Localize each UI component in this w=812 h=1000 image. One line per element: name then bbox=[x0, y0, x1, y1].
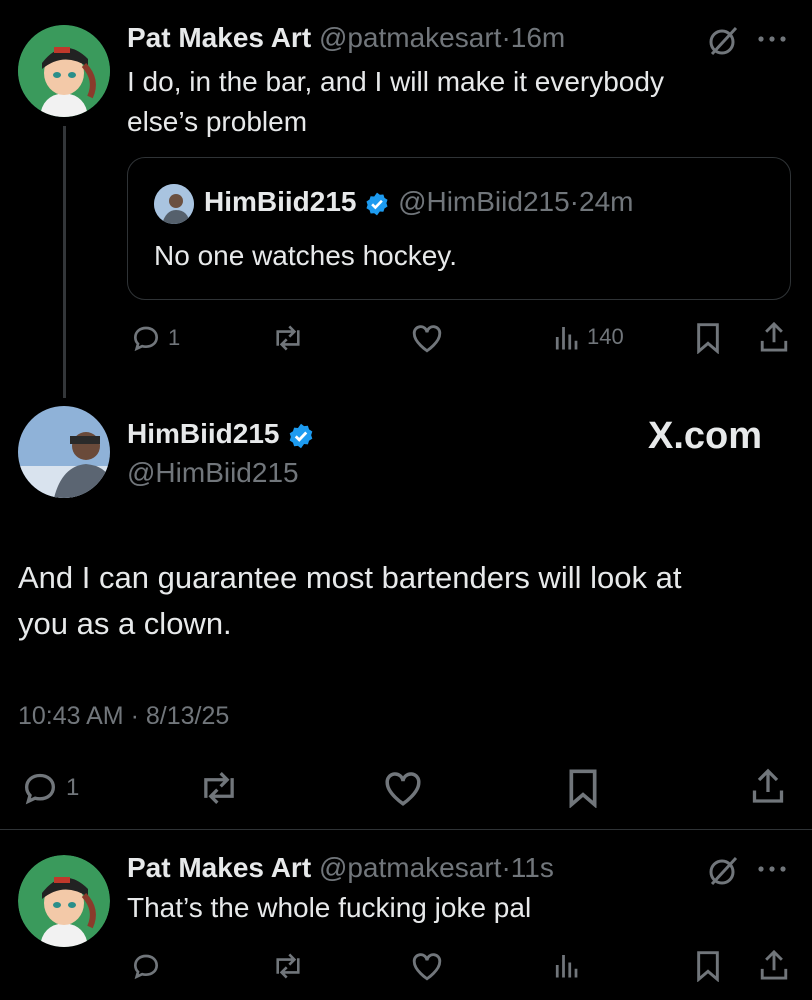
avatar[interactable] bbox=[18, 855, 110, 947]
grok-slash-icon[interactable] bbox=[706, 24, 740, 58]
display-name[interactable]: Pat Makes Art bbox=[127, 852, 311, 883]
handle: @HimBiid215 bbox=[398, 186, 570, 217]
tweet-text: That’s the whole fucking joke pal bbox=[127, 892, 532, 923]
more-icon[interactable] bbox=[757, 34, 787, 44]
like-button[interactable] bbox=[410, 322, 444, 354]
share-icon bbox=[752, 768, 784, 803]
avatar bbox=[154, 184, 194, 224]
tweet-text: And I can guarantee most bartenders will… bbox=[18, 560, 682, 641]
views-icon bbox=[555, 955, 578, 978]
avatar[interactable] bbox=[18, 406, 110, 498]
verified-badge-icon bbox=[366, 192, 388, 215]
heart-icon bbox=[412, 325, 442, 353]
share-icon bbox=[760, 321, 788, 352]
share-button[interactable] bbox=[758, 320, 790, 354]
reply-icon bbox=[133, 954, 159, 980]
reply-count: 1 bbox=[168, 325, 181, 350]
share-button[interactable] bbox=[750, 766, 786, 806]
repost-button[interactable] bbox=[270, 322, 306, 354]
timestamp: 24m bbox=[579, 186, 634, 217]
reply-icon bbox=[24, 773, 56, 805]
views-button[interactable]: 140 bbox=[551, 322, 624, 352]
separator: · bbox=[501, 22, 511, 53]
bookmark-button[interactable] bbox=[566, 768, 600, 808]
separator: · bbox=[569, 186, 579, 217]
tweet-header: HimBiid215 bbox=[127, 418, 315, 450]
reply-button[interactable]: 1 bbox=[130, 322, 180, 354]
repost-button[interactable] bbox=[196, 768, 242, 808]
grok-slash-icon[interactable] bbox=[706, 854, 740, 888]
handle[interactable]: @patmakesart bbox=[319, 22, 502, 53]
like-button[interactable] bbox=[410, 950, 444, 982]
display-name: HimBiid215 bbox=[204, 186, 357, 217]
views-icon bbox=[555, 327, 578, 350]
repost-icon bbox=[276, 325, 300, 351]
more-icon[interactable] bbox=[757, 864, 787, 874]
separator: · bbox=[501, 852, 511, 883]
display-name[interactable]: HimBiid215 bbox=[127, 418, 280, 449]
tweet-header: Pat Makes Art @patmakesart·11s bbox=[127, 852, 554, 884]
bookmark-icon bbox=[569, 769, 597, 808]
quoted-tweet[interactable]: HimBiid215 @HimBiid215·24m No one watche… bbox=[127, 157, 791, 300]
view-count: 140 bbox=[587, 324, 624, 349]
share-icon bbox=[760, 949, 788, 980]
cartoon-avatar-icon bbox=[18, 855, 110, 947]
share-button[interactable] bbox=[758, 948, 790, 982]
bookmark-button[interactable] bbox=[694, 322, 722, 354]
timestamp[interactable]: 11s bbox=[511, 852, 554, 883]
views-button[interactable] bbox=[551, 950, 581, 980]
divider bbox=[0, 829, 812, 830]
reply-button[interactable]: 1 bbox=[20, 768, 79, 808]
reply-count: 1 bbox=[66, 774, 80, 801]
repost-icon bbox=[276, 953, 300, 979]
tweet-text: I do, in the bar, and I will make it eve… bbox=[127, 66, 664, 137]
thread-connector-line bbox=[63, 126, 66, 398]
bookmark-icon bbox=[697, 323, 719, 354]
handle[interactable]: @patmakesart bbox=[319, 852, 502, 883]
tweet-header: Pat Makes Art @patmakesart·16m bbox=[127, 22, 565, 54]
heart-icon bbox=[385, 772, 421, 806]
handle[interactable]: @HimBiid215 bbox=[127, 457, 299, 489]
heart-icon bbox=[412, 953, 442, 981]
reply-button[interactable] bbox=[130, 950, 162, 982]
brand-watermark: X.com bbox=[648, 415, 763, 457]
avatar[interactable] bbox=[18, 25, 110, 117]
verified-badge-icon bbox=[289, 423, 313, 448]
cartoon-avatar-icon bbox=[18, 25, 110, 117]
repost-button[interactable] bbox=[270, 950, 306, 982]
reply-icon bbox=[133, 326, 159, 352]
timestamp[interactable]: 16m bbox=[511, 22, 565, 53]
tweet-timestamp[interactable]: 10:43 AM · 8/13/25 bbox=[18, 702, 229, 731]
bookmark-icon bbox=[697, 951, 719, 982]
bookmark-button[interactable] bbox=[694, 950, 722, 982]
like-button[interactable] bbox=[382, 768, 424, 808]
repost-icon bbox=[204, 772, 234, 804]
quoted-tweet-text: No one watches hockey. bbox=[154, 240, 457, 271]
display-name[interactable]: Pat Makes Art bbox=[127, 22, 311, 53]
tweet-header: HimBiid215 @HimBiid215·24m bbox=[204, 186, 633, 218]
photo-avatar-icon bbox=[18, 406, 110, 498]
